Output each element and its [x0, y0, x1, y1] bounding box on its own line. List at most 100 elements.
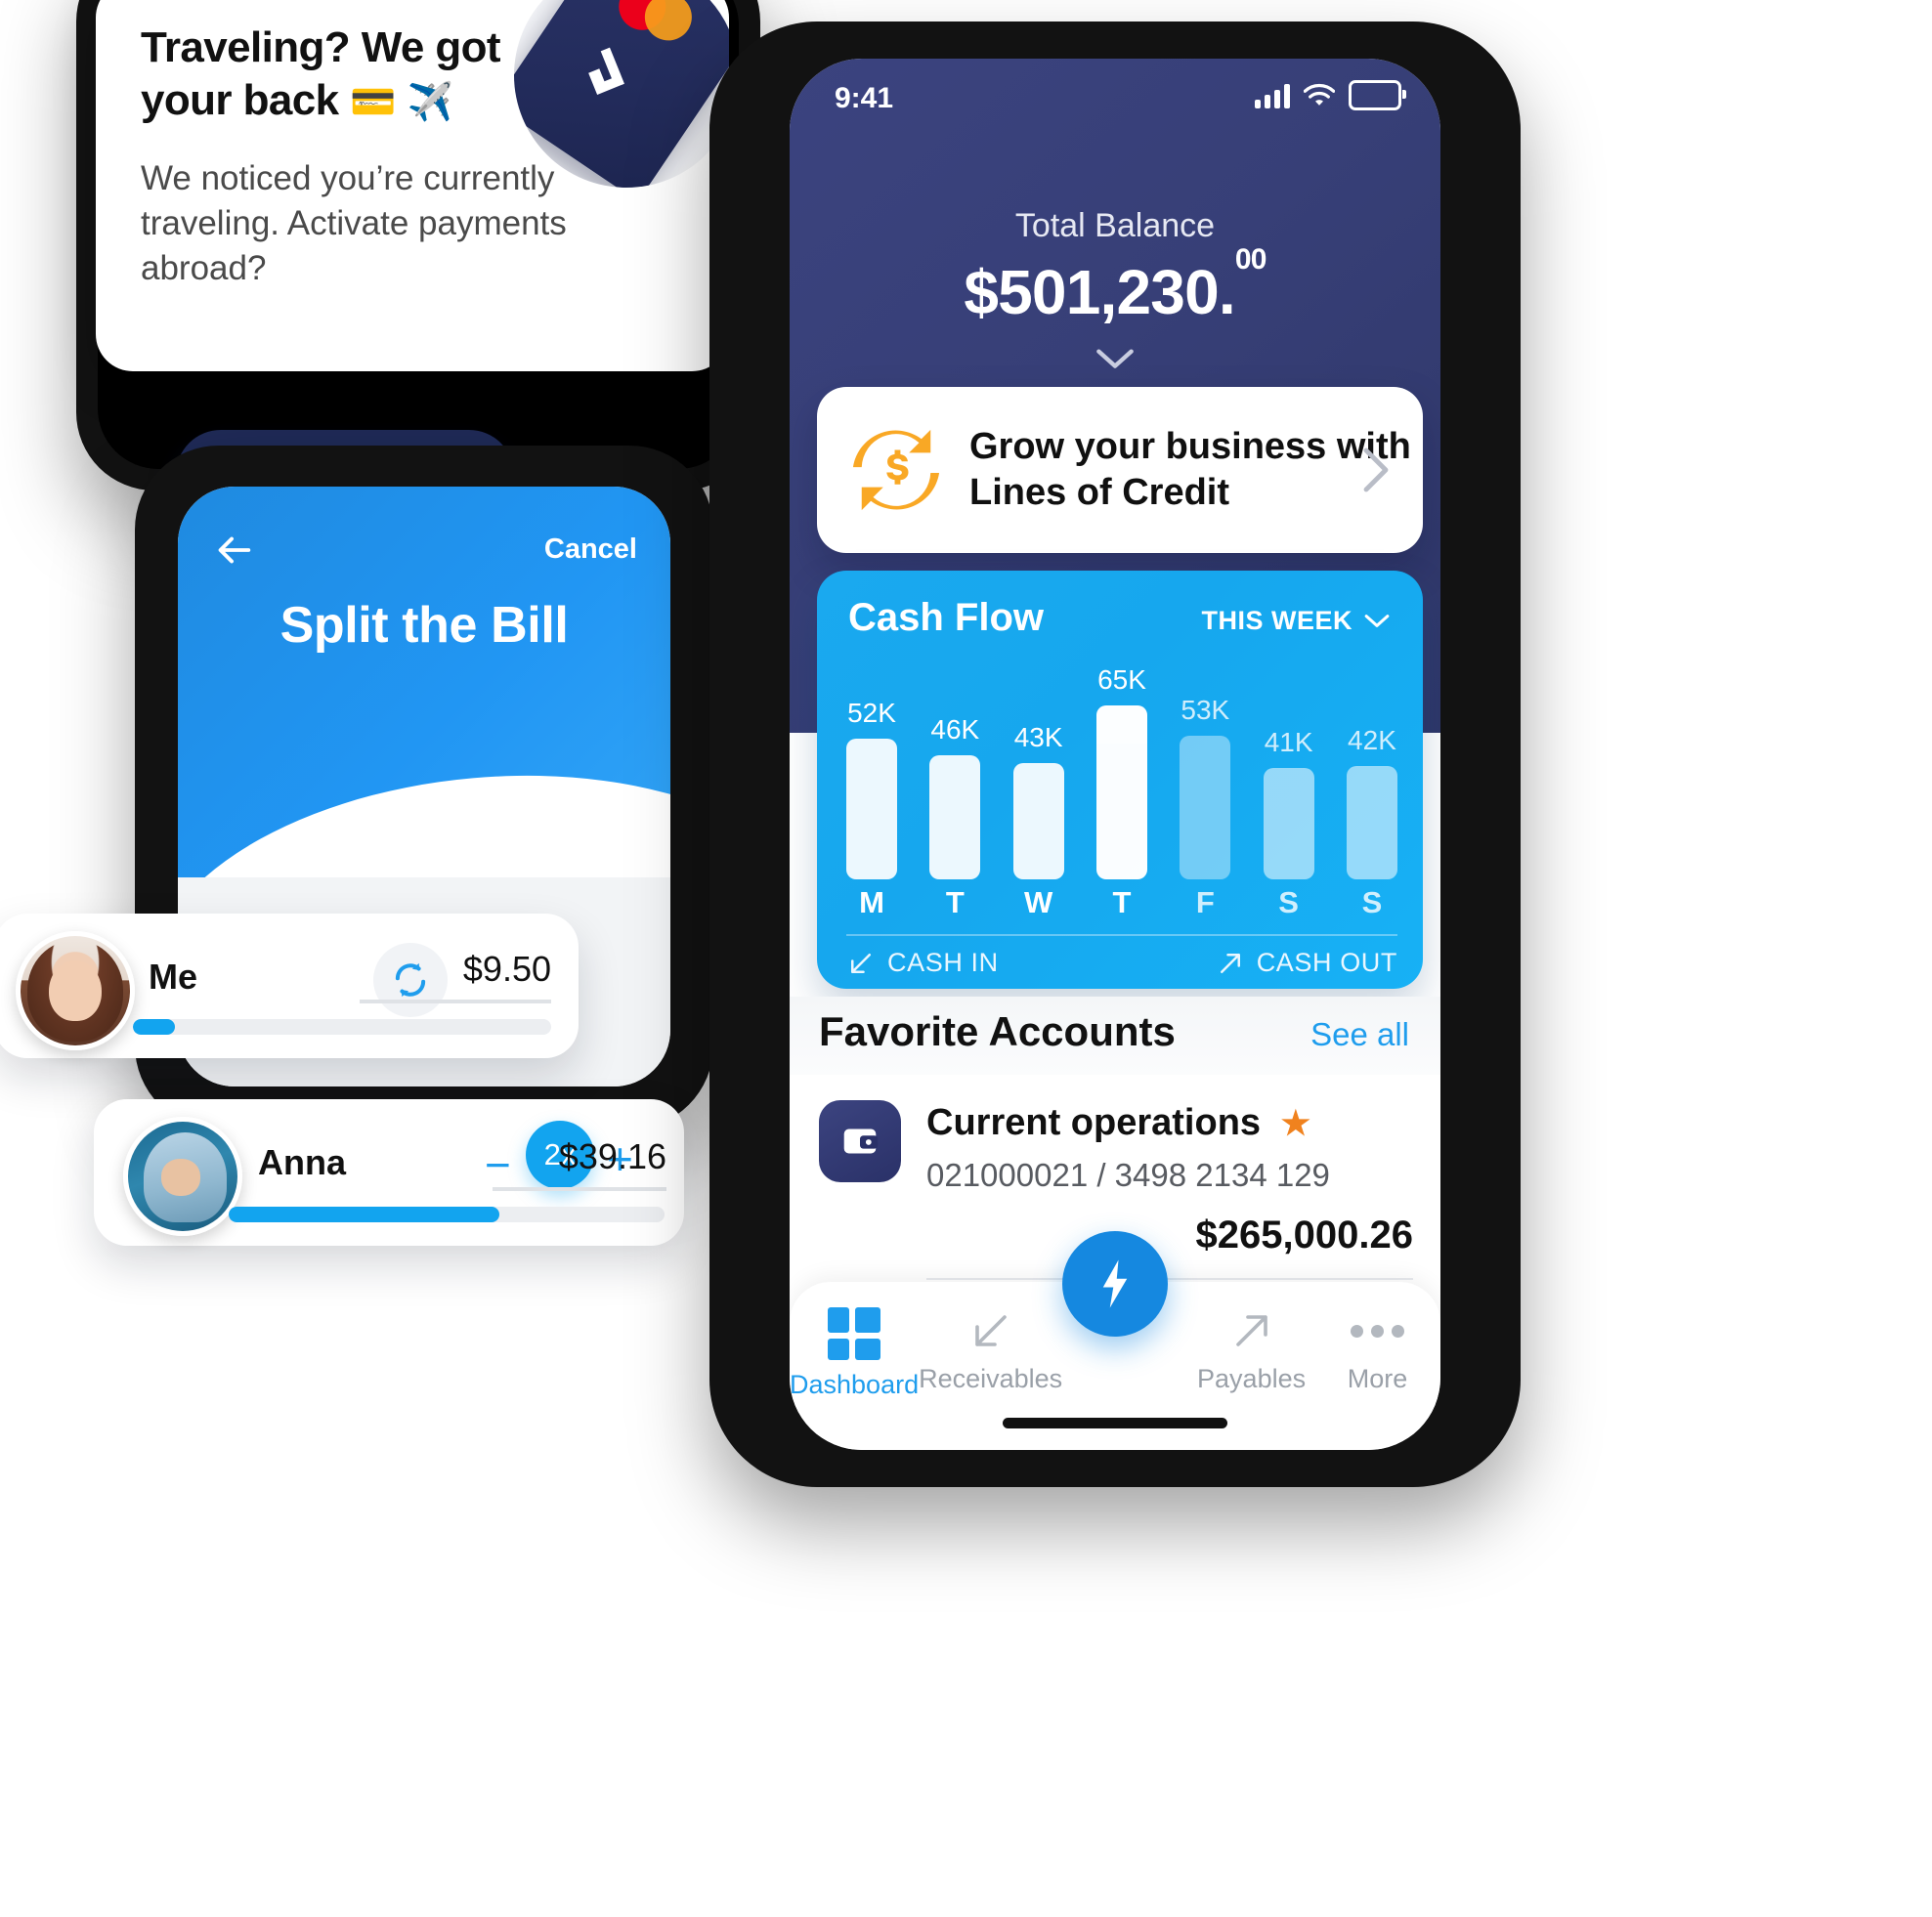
divider: [846, 934, 1397, 936]
status-bar: 9:41: [790, 80, 1440, 123]
phone-dashboard-screen: 9:41 Total Balance $501,230.00 Grow your…: [790, 59, 1440, 1450]
avatar-anna-image: [128, 1122, 237, 1231]
bar-value-label: 42K: [1348, 725, 1396, 755]
balance-cents: 00: [1234, 242, 1267, 276]
progress-fill: [229, 1207, 499, 1222]
list-item[interactable]: Me $9.50: [0, 914, 579, 1058]
lines-of-credit-promo[interactable]: Grow your business with Lines of Credit: [817, 387, 1423, 553]
cash-in-label: CASH IN: [887, 948, 999, 977]
lightning-bolt-icon: [1102, 1259, 1128, 1308]
arrow-left-icon[interactable]: [211, 528, 256, 573]
chevron-down-icon: [1096, 349, 1134, 368]
cash-flow-day-labels: MTWTFSS: [846, 885, 1397, 920]
arrow-up-right-icon: [1220, 953, 1240, 973]
star-icon[interactable]: ★: [1281, 1105, 1310, 1142]
tab-label: More: [1347, 1364, 1408, 1393]
favorite-accounts-header: Favorite Accounts See all: [790, 997, 1440, 1075]
avatar-face: [49, 959, 102, 1022]
avatar-me-image: [21, 936, 130, 1045]
account-name: Current operations: [926, 1102, 1262, 1143]
tab-label: Payables: [1197, 1364, 1307, 1393]
tab-dashboard[interactable]: Dashboard: [790, 1307, 919, 1400]
bar-value-label: 41K: [1264, 727, 1313, 757]
bar-column: 65K: [1095, 664, 1147, 879]
progress-fill: [133, 1019, 175, 1035]
day-label: S: [1361, 885, 1383, 919]
cash-flow-totals: CASH IN $341,450.00 CASH OUT −$301,289.0…: [846, 948, 1397, 989]
day-label: T: [945, 885, 965, 919]
battery-icon: [1349, 80, 1406, 110]
chevron-right-icon: [1363, 447, 1389, 492]
cash-flow-card: Cash Flow THIS WEEK 52K 46K 43K 65K 53K 41K 42…: [817, 571, 1423, 989]
brand-logo-icon: [588, 47, 624, 95]
balance-expand-button[interactable]: [790, 348, 1440, 376]
bar-value-label: 65K: [1097, 664, 1146, 695]
bar-value-label: 43K: [1013, 722, 1063, 752]
account-number: 021000021 / 3498 2134 129: [926, 1157, 1330, 1193]
bar: [1263, 768, 1314, 879]
signal-bars-icon: [1255, 83, 1290, 108]
account-name-row: Current operations ★: [926, 1102, 1310, 1144]
person-name: Anna: [258, 1142, 346, 1182]
bar-column: 42K: [1346, 664, 1397, 879]
day-label: M: [859, 885, 884, 919]
list-item[interactable]: Anna − 2x + $39.16: [94, 1099, 684, 1246]
person-name: Me: [149, 957, 198, 997]
bar: [846, 739, 897, 879]
tab-more[interactable]: More: [1314, 1307, 1440, 1400]
tab-list: Dashboard Receivables Payables More: [790, 1307, 1440, 1400]
bar: [1095, 705, 1147, 879]
promo-line-2: Lines of Credit: [969, 472, 1230, 513]
progress-track[interactable]: [133, 1019, 551, 1035]
chevron-down-icon: [1364, 614, 1390, 627]
bar-column: 53K: [1180, 664, 1231, 879]
bar: [1346, 766, 1397, 879]
bar-value-label: 53K: [1181, 695, 1230, 725]
cash-in-amount: $341,450.00: [846, 984, 1058, 989]
tab-label: Receivables: [919, 1364, 1063, 1393]
bar-value-label: 46K: [930, 714, 980, 745]
day-label: T: [1112, 885, 1132, 919]
travel-notification-body: We noticed you’re currently traveling. A…: [141, 159, 567, 288]
bar-value-label: 52K: [847, 698, 896, 728]
avatar-face: [160, 1159, 200, 1197]
wallet-icon: [819, 1100, 901, 1182]
bottom-tab-bar: Dashboard Receivables Payables More: [790, 1231, 1440, 1450]
split-bill-title: Split the Bill: [279, 597, 569, 654]
phone-dashboard: 9:41 Total Balance $501,230.00 Grow your…: [709, 21, 1521, 1487]
travel-notification-card[interactable]: Traveling? We got your back 💳 ✈️ We noti…: [96, 0, 729, 371]
day-label: F: [1195, 885, 1215, 919]
promo-line-1: Grow your business with: [969, 425, 1411, 467]
cash-flow-bars: 52K 46K 43K 65K 53K 41K 42K: [846, 664, 1397, 879]
day-label: W: [1024, 885, 1053, 919]
grid-icon: [828, 1307, 881, 1360]
see-all-link[interactable]: See all: [1310, 1016, 1409, 1053]
bar-column: 41K: [1263, 664, 1314, 879]
cash-out-label: CASH OUT: [1256, 948, 1397, 977]
cash-out-block: CASH OUT −$301,289.00: [1163, 948, 1397, 989]
mastercard-orange-circle: [635, 0, 702, 50]
day-label: S: [1278, 885, 1299, 919]
promo-text: Grow your business with Lines of Credit: [969, 424, 1411, 517]
avatar: [123, 1117, 242, 1236]
cancel-button[interactable]: Cancel: [544, 533, 637, 566]
cash-flow-range-selector[interactable]: THIS WEEK: [1201, 606, 1390, 636]
total-balance-amount: $501,230.00: [790, 243, 1440, 328]
arrow-down-left-icon: [974, 1315, 1007, 1346]
tab-payables[interactable]: Payables: [1188, 1307, 1314, 1400]
balance-main: $501,230.: [964, 257, 1235, 327]
amount-input[interactable]: $9.50: [360, 949, 551, 1003]
split-bill-hero: Cancel Split the Bill: [178, 487, 670, 994]
cash-flow-title: Cash Flow: [848, 596, 1045, 639]
amount-input[interactable]: $39.16: [493, 1136, 666, 1191]
airplane-emoji-icon: ✈️: [407, 81, 453, 123]
range-label: THIS WEEK: [1201, 606, 1352, 635]
avatar: [16, 931, 135, 1050]
cash-out-caption: CASH OUT: [1216, 948, 1397, 978]
cash-out-amount: −$301,289.00: [1163, 984, 1397, 989]
wifi-icon: [1304, 83, 1335, 106]
progress-track[interactable]: [229, 1207, 665, 1222]
tab-receivables[interactable]: Receivables: [919, 1307, 1062, 1400]
money-cycle-icon: [852, 429, 940, 511]
ellipsis-icon: [1351, 1307, 1405, 1354]
